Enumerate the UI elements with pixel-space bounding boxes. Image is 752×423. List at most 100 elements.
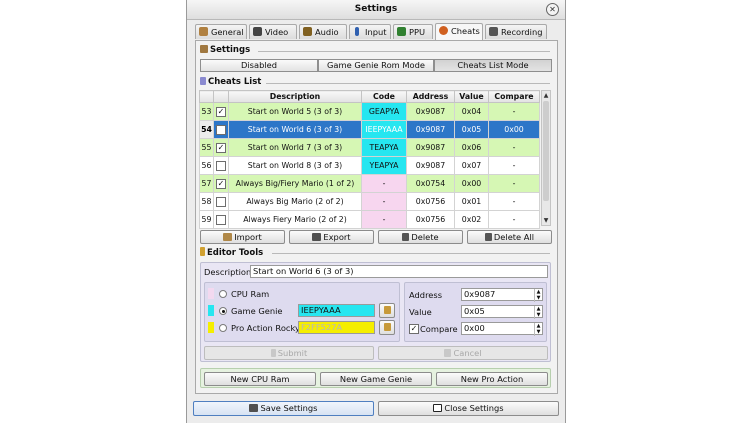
value-label: Value	[409, 307, 432, 317]
tab-audio[interactable]: Audio	[299, 24, 347, 39]
cheats-icon	[439, 26, 448, 35]
monitor-icon	[253, 27, 262, 36]
row-number: 54	[199, 120, 214, 139]
mode-disabled[interactable]: Disabled	[200, 59, 318, 72]
table-row[interactable]: 55 ✓ Start on World 7 (3 of 3) TEAPYA 0x9087…	[199, 138, 540, 157]
window-title: Settings	[354, 4, 398, 14]
pro-action-radio[interactable]	[219, 324, 227, 332]
code-cell: -	[361, 192, 407, 211]
address-cell: 0x0754	[406, 174, 455, 193]
col-address[interactable]: Address	[406, 90, 455, 103]
col-description[interactable]: Description	[228, 90, 362, 103]
enabled-checkbox[interactable]	[216, 124, 226, 135]
scrollbar-thumb[interactable]	[543, 101, 549, 201]
description-label: Description	[204, 267, 252, 277]
export-button[interactable]: Export	[289, 230, 374, 244]
enabled-checkbox[interactable]	[216, 160, 226, 171]
cancel-button[interactable]: Cancel	[378, 346, 548, 360]
row-number: 53	[199, 102, 214, 121]
value-cell: 0x05	[454, 120, 489, 139]
enabled-checkbox-cell	[213, 156, 229, 175]
col-value[interactable]: Value	[454, 90, 489, 103]
tab-recording[interactable]: Recording	[485, 24, 547, 39]
game-genie-code-input[interactable]: IEEPYAAA	[298, 304, 375, 317]
enabled-checkbox[interactable]: ✓	[216, 142, 226, 153]
scroll-up-icon[interactable]: ▲	[542, 91, 550, 100]
enabled-checkbox[interactable]	[216, 214, 226, 225]
clipboard-icon	[383, 306, 391, 314]
value-cell: 0x02	[454, 210, 489, 229]
address-input[interactable]: 0x9087 ▲ ▼	[461, 288, 543, 302]
compare-input[interactable]: 0x00 ▲ ▼	[461, 322, 543, 336]
tab-video[interactable]: Video	[249, 24, 297, 39]
mode-game-genie-rom[interactable]: Game Genie Rom Mode	[318, 59, 434, 72]
description-input[interactable]: Start on World 6 (3 of 3)	[250, 265, 548, 278]
tab-general[interactable]: General	[195, 24, 247, 39]
new-cpu-ram-button[interactable]: New CPU Ram	[204, 372, 316, 386]
value-spinner[interactable]: ▲ ▼	[534, 306, 542, 319]
film-icon	[489, 27, 498, 36]
enabled-checkbox[interactable]	[216, 196, 226, 207]
address-cell: 0x0756	[406, 210, 455, 229]
compare-cell: 0x00	[488, 120, 540, 139]
tab-cheats[interactable]: Cheats	[435, 23, 483, 40]
table-row[interactable]: 54 Start on World 6 (3 of 3) IEEPYAAA 0x908…	[199, 120, 540, 139]
row-number: 58	[199, 192, 214, 211]
enabled-checkbox-cell	[213, 192, 229, 211]
table-row[interactable]: 57 ✓ Always Big/Fiery Mario (1 of 2) -0x075…	[199, 174, 540, 193]
cpu-ram-swatch	[208, 288, 214, 299]
paste-gg-button[interactable]	[379, 303, 395, 318]
enabled-checkbox-cell: ✓	[213, 138, 229, 157]
tab-input[interactable]: Input	[349, 24, 391, 39]
paste-par-button[interactable]	[379, 320, 395, 335]
compare-cell: -	[488, 210, 540, 229]
code-cell: YEAPYA	[361, 156, 407, 175]
table-scrollbar[interactable]: ▲ ▼	[541, 90, 551, 226]
address-spinner[interactable]: ▲ ▼	[534, 289, 542, 302]
settings-section-header: Settings	[200, 45, 550, 55]
description-cell: Always Fiery Mario (2 of 2)	[228, 210, 362, 229]
compare-cell: -	[488, 192, 540, 211]
col-compare[interactable]: Compare	[488, 90, 540, 103]
close-box-icon	[433, 404, 443, 412]
col-enabled[interactable]	[213, 90, 229, 103]
delete-all-button[interactable]: Delete All	[467, 230, 552, 244]
import-button[interactable]: Import	[200, 230, 285, 244]
close-window-button[interactable]: ✕	[546, 3, 559, 16]
compare-spinner[interactable]: ▲ ▼	[534, 323, 542, 336]
table-header-row: Description Code Address Value Compare	[199, 90, 540, 103]
game-genie-label: Game Genie	[231, 306, 283, 316]
submit-icon	[270, 349, 276, 357]
game-genie-radio[interactable]	[219, 307, 227, 315]
enabled-checkbox[interactable]: ✓	[216, 106, 226, 117]
scroll-down-icon[interactable]: ▼	[542, 216, 550, 225]
value-input[interactable]: 0x05 ▲ ▼	[461, 305, 543, 319]
submit-button[interactable]: Submit	[204, 346, 374, 360]
compare-cell: -	[488, 102, 540, 121]
close-settings-button[interactable]: Close Settings	[378, 401, 559, 416]
table-row[interactable]: 56 Start on World 8 (3 of 3) YEAPYA 0x9087 0…	[199, 156, 540, 175]
wrench-icon	[199, 27, 208, 36]
compare-checkbox[interactable]: ✓	[409, 324, 419, 334]
cheats-table: Description Code Address Value Compare 5…	[199, 90, 540, 229]
enabled-checkbox[interactable]: ✓	[216, 178, 226, 189]
description-cell: Always Big/Fiery Mario (1 of 2)	[228, 174, 362, 193]
table-row[interactable]: 59 Always Fiery Mario (2 of 2) -0x0756 0x02…	[199, 210, 540, 229]
description-cell: Start on World 7 (3 of 3)	[228, 138, 362, 157]
col-code[interactable]: Code	[361, 90, 407, 103]
enabled-checkbox-cell	[213, 120, 229, 139]
mode-cheats-list[interactable]: Cheats List Mode	[434, 59, 552, 72]
row-number: 56	[199, 156, 214, 175]
table-row[interactable]: 58 Always Big Mario (2 of 2) -0x0756 0x01-	[199, 192, 540, 211]
table-row[interactable]: 53 ✓ Start on World 5 (3 of 3) GEAPYA 0x9087…	[199, 102, 540, 121]
new-pro-action-button[interactable]: New Pro Action	[436, 372, 548, 386]
tab-ppu[interactable]: PPU	[393, 24, 433, 39]
save-settings-button[interactable]: Save Settings	[193, 401, 374, 416]
new-game-genie-button[interactable]: New Game Genie	[320, 372, 432, 386]
cpu-ram-radio[interactable]	[219, 290, 227, 298]
delete-button[interactable]: Delete	[378, 230, 463, 244]
description-cell: Always Big Mario (2 of 2)	[228, 192, 362, 211]
trash-icon	[484, 233, 492, 241]
window-titlebar: Settings ✕	[187, 0, 565, 20]
pro-action-code-input[interactable]: F2FF527A	[298, 321, 375, 334]
